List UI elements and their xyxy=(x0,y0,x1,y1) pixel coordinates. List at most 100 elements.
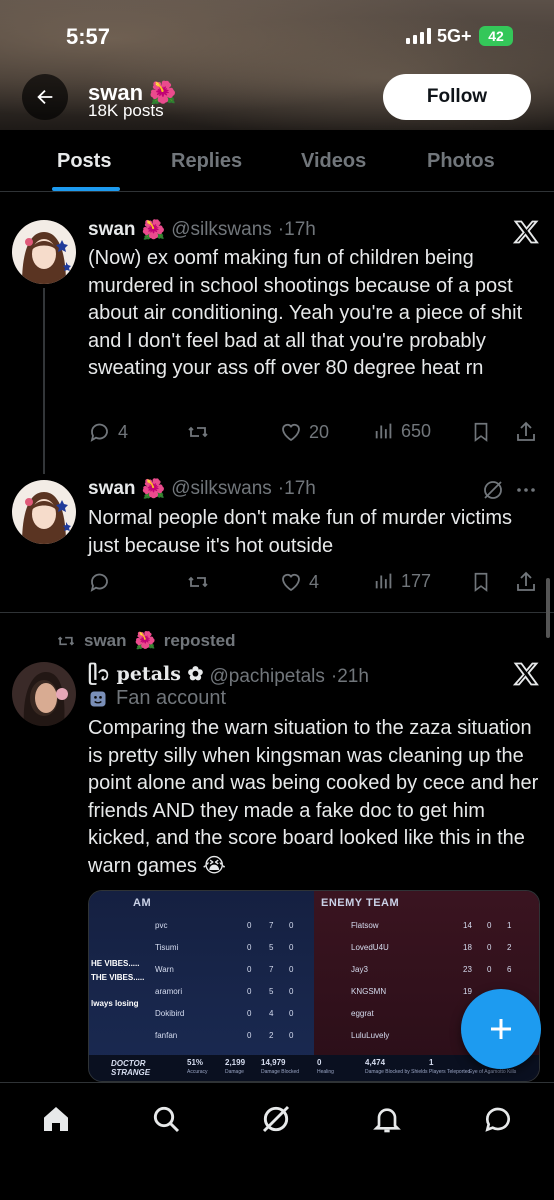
repost-button[interactable] xyxy=(186,570,210,594)
player-assists: 0 xyxy=(289,921,294,930)
nav-notifications[interactable] xyxy=(369,1101,405,1137)
reply-button[interactable]: 4 xyxy=(88,420,128,444)
grok-icon xyxy=(262,1105,290,1133)
overlay-text: THE VIBES..... xyxy=(91,973,145,982)
grok-icon[interactable] xyxy=(481,478,505,507)
enemy-player-kills: 18 xyxy=(463,943,472,952)
stat-label: Damage Blocked by Shields xyxy=(365,1069,428,1075)
tab-replies[interactable]: Replies xyxy=(171,150,242,173)
bottom-navigation xyxy=(0,1082,554,1200)
enemy-player-assists: 1 xyxy=(507,921,512,930)
author-handle[interactable]: @pachipetals xyxy=(209,666,324,688)
avatar[interactable] xyxy=(12,220,76,284)
reply-icon xyxy=(90,573,108,592)
x-logo-icon[interactable] xyxy=(512,660,540,693)
player-assists: 0 xyxy=(289,1009,294,1018)
author-handle[interactable]: @silkswans xyxy=(171,478,272,500)
enemy-player-assists: 6 xyxy=(507,965,512,974)
reply-button[interactable] xyxy=(88,570,112,594)
overlay-text: lways losing xyxy=(91,999,139,1008)
heart-icon xyxy=(282,423,300,442)
nav-search[interactable] xyxy=(148,1101,184,1137)
profile-post-count: 18K posts xyxy=(88,101,164,120)
scoreboard-row: Tisumi 0 5 0 LovedU4U 18 0 2 xyxy=(89,937,539,959)
views-button[interactable]: 177 xyxy=(373,570,431,592)
share-button[interactable] xyxy=(514,570,538,594)
status-time: 5:57 xyxy=(66,24,111,49)
more-icon[interactable] xyxy=(514,478,538,507)
like-button[interactable]: 20 xyxy=(279,420,329,444)
tab-videos[interactable]: Videos xyxy=(301,150,366,173)
reply-count: 4 xyxy=(118,421,129,442)
post-text: Comparing the warn situation to the zaza… xyxy=(88,717,539,877)
enemy-player-name: Flatsow xyxy=(351,921,379,930)
like-count: 20 xyxy=(309,421,330,442)
player-name: fanfan xyxy=(155,1031,178,1040)
enemy-team-title: ENEMY TEAM xyxy=(321,897,400,909)
player-kills: 0 xyxy=(247,965,252,974)
share-button[interactable] xyxy=(514,420,538,444)
repost-button[interactable] xyxy=(186,420,210,444)
share-icon xyxy=(517,571,535,591)
nav-home[interactable] xyxy=(38,1101,74,1137)
status-bar: 5:57 5G+ 42 xyxy=(0,0,554,70)
stat-value: 0 xyxy=(317,1058,322,1067)
enemy-player-name: LovedU4U xyxy=(351,943,389,952)
stat-value: 4,474 xyxy=(365,1058,386,1067)
tab-posts[interactable]: Posts xyxy=(57,150,111,173)
enemy-player-deaths: 0 xyxy=(487,921,492,930)
scrollbar[interactable] xyxy=(546,578,550,638)
hero-name: DOCTOR STRANGE xyxy=(111,1059,151,1077)
stat-value: 1 xyxy=(429,1058,434,1067)
ally-team-title: AM xyxy=(133,897,152,909)
player-deaths: 7 xyxy=(269,921,274,930)
plus-icon xyxy=(491,1019,511,1039)
compose-button[interactable] xyxy=(461,989,541,1069)
stat-label: Players Teleported xyxy=(429,1069,471,1075)
author-name[interactable]: swan xyxy=(88,478,136,500)
stat-label: Healing xyxy=(317,1069,334,1075)
scoreboard-stats-bar: DOCTOR STRANGE 51% Accuracy 2,199 Damage 14,… xyxy=(89,1055,539,1081)
follow-button[interactable]: Follow xyxy=(383,74,531,120)
nav-messages[interactable] xyxy=(480,1101,516,1137)
enemy-player-name: KNGSMN xyxy=(351,987,387,996)
enemy-player-name: Jay3 xyxy=(351,965,368,974)
avatar[interactable] xyxy=(12,662,76,726)
views-button[interactable]: 650 xyxy=(373,420,431,442)
player-kills: 0 xyxy=(247,1009,252,1018)
reposted-by[interactable]: swan xyxy=(84,631,127,651)
overlay-text: HE VIBES..... xyxy=(91,959,140,968)
repost-indicator: swan 🌺 reposted xyxy=(56,631,236,651)
post-time[interactable]: 17h xyxy=(284,478,316,500)
post-time[interactable]: 17h xyxy=(284,219,316,241)
tab-photos[interactable]: Photos xyxy=(427,150,495,173)
enemy-player-kills: 14 xyxy=(463,921,472,930)
player-deaths: 5 xyxy=(269,943,274,952)
like-button[interactable]: 4 xyxy=(279,570,319,594)
views-icon xyxy=(375,573,392,589)
player-deaths: 2 xyxy=(269,1031,274,1040)
back-button[interactable] xyxy=(22,74,68,120)
hibiscus-icon: 🌺 xyxy=(141,479,166,500)
stat-value: 2,199 xyxy=(225,1058,246,1067)
messages-icon xyxy=(485,1107,510,1132)
nav-grok[interactable] xyxy=(258,1101,294,1137)
thread-line xyxy=(43,288,45,474)
player-name: aramori xyxy=(155,987,183,996)
player-kills: 0 xyxy=(247,943,252,952)
stat-label: Damage xyxy=(225,1069,244,1075)
bookmark-icon xyxy=(474,422,488,442)
reposted-label: reposted xyxy=(163,631,236,650)
hibiscus-icon: 🌺 xyxy=(141,220,166,241)
bookmark-button[interactable] xyxy=(470,570,492,594)
author-name[interactable]: swan xyxy=(88,219,136,241)
post-time[interactable]: 21h xyxy=(337,666,369,688)
player-kills: 0 xyxy=(247,1031,252,1040)
repost-icon xyxy=(57,636,75,646)
avatar[interactable] xyxy=(12,480,76,544)
enemy-player-name: LuluLuvely xyxy=(351,1031,390,1040)
scoreboard-row: pvc 0 7 0 Flatsow 14 0 1 xyxy=(89,915,539,937)
bookmark-button[interactable] xyxy=(470,420,492,444)
author-handle[interactable]: @silkswans xyxy=(171,219,272,241)
heart-icon xyxy=(282,573,300,592)
